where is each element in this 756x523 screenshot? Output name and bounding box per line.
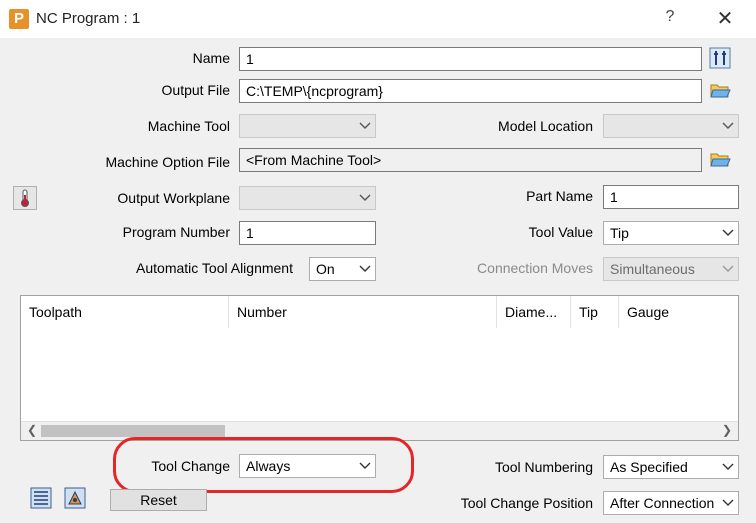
automatic-tool-alignment-label: Automatic Tool Alignment <box>136 260 293 276</box>
chevron-down-icon <box>722 122 734 130</box>
chevron-down-icon <box>722 229 734 237</box>
tool-value-value: Tip <box>610 225 629 241</box>
tool-numbering-select[interactable]: As Specified <box>603 455 739 479</box>
folder-open-icon[interactable] <box>709 148 731 170</box>
column-header-number[interactable]: Number <box>229 296 497 328</box>
scroll-right-icon[interactable]: ❯ <box>722 423 732 437</box>
part-name-label: Part Name <box>526 188 593 204</box>
tool-change-position-label: Tool Change Position <box>460 495 593 511</box>
machine-tool-label: Machine Tool <box>147 118 230 134</box>
automatic-tool-alignment-select[interactable]: On <box>309 257 376 281</box>
chevron-down-icon <box>722 265 734 273</box>
tool-change-position-value: After Connection <box>610 495 715 511</box>
tool-change-value: Always <box>246 458 291 474</box>
chevron-down-icon <box>359 122 371 130</box>
tool-numbering-label: Tool Numbering <box>494 459 593 475</box>
title-bar: P NC Program : 1 ? ✕ <box>0 0 756 38</box>
chevron-down-icon <box>359 194 371 202</box>
toolpath-view-icon[interactable] <box>64 487 86 509</box>
connection-moves-label: Connection Moves <box>477 260 593 276</box>
chevron-down-icon <box>722 463 734 471</box>
close-button[interactable]: ✕ <box>712 6 738 32</box>
output-file-field[interactable]: C:\TEMP\{ncprogram} <box>239 79 702 103</box>
tool-change-position-select[interactable]: After Connection <box>603 491 739 515</box>
program-number-field[interactable]: 1 <box>239 221 376 245</box>
chevron-down-icon <box>722 499 734 507</box>
name-field[interactable]: 1 <box>239 47 702 71</box>
folder-open-icon[interactable] <box>709 79 731 101</box>
column-header-diameter[interactable]: Diame... <box>497 296 571 328</box>
scrollbar-thumb[interactable] <box>41 425 225 437</box>
part-name-field[interactable]: 1 <box>603 185 739 209</box>
column-header-gauge[interactable]: Gauge <box>619 296 738 328</box>
automatic-tool-alignment-value: On <box>316 261 335 277</box>
tool-change-label: Tool Change <box>151 458 230 474</box>
help-button[interactable]: ? <box>660 8 680 30</box>
app-icon: P <box>9 9 29 29</box>
output-workplane-select[interactable] <box>239 186 376 210</box>
connection-moves-value: Simultaneous <box>610 261 695 277</box>
program-number-label: Program Number <box>122 224 230 240</box>
chevron-down-icon <box>359 462 371 470</box>
model-location-label: Model Location <box>498 118 593 134</box>
name-label: Name <box>192 50 230 66</box>
thermometer-icon[interactable] <box>13 186 37 210</box>
column-header-tip[interactable]: Tip <box>571 296 619 328</box>
reset-button[interactable]: Reset <box>110 489 207 511</box>
toolpath-table[interactable]: Toolpath Number Diame... Tip Gauge ❮ ❯ <box>20 295 739 441</box>
machine-tool-select[interactable] <box>239 114 376 138</box>
connection-moves-select[interactable]: Simultaneous <box>603 257 739 281</box>
window-title: NC Program : 1 <box>36 10 141 27</box>
column-header-toolpath[interactable]: Toolpath <box>21 296 229 328</box>
chevron-down-icon <box>359 265 371 273</box>
scroll-left-icon[interactable]: ❮ <box>27 423 37 437</box>
model-location-select[interactable] <box>603 114 739 138</box>
tool-value-label: Tool Value <box>528 224 593 240</box>
machine-option-file-label: Machine Option File <box>105 154 230 170</box>
tool-wrench-icon[interactable] <box>709 47 731 69</box>
tool-change-select[interactable]: Always <box>239 454 376 478</box>
output-workplane-label: Output Workplane <box>117 190 230 206</box>
output-file-label: Output File <box>161 82 230 98</box>
tool-value-select[interactable]: Tip <box>603 221 739 245</box>
tool-numbering-value: As Specified <box>610 459 688 475</box>
toolpath-list-icon[interactable] <box>30 487 52 509</box>
machine-option-file-field[interactable]: <From Machine Tool> <box>239 148 702 172</box>
